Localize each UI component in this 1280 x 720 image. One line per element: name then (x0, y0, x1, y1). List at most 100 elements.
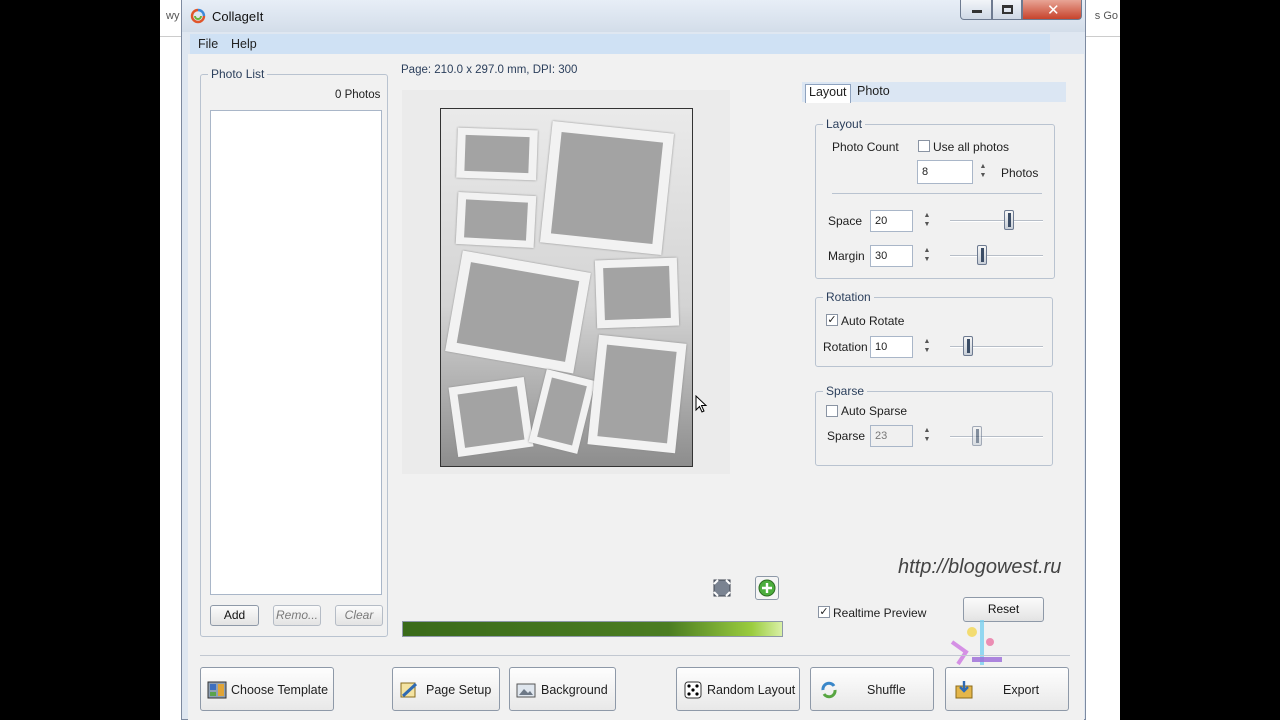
photo-count-spinner[interactable]: ▲ ▼ (976, 162, 990, 180)
fit-icon[interactable] (711, 577, 733, 599)
background-button[interactable]: Background (509, 667, 616, 711)
spin-down-icon[interactable]: ▼ (920, 220, 934, 229)
spin-up-icon[interactable]: ▲ (920, 426, 934, 435)
spin-up-icon[interactable]: ▲ (920, 211, 934, 220)
rotation-group (815, 297, 1053, 367)
spin-down-icon[interactable]: ▼ (920, 255, 934, 264)
photo-frame[interactable] (456, 127, 538, 181)
mouse-cursor-icon (695, 394, 709, 415)
sparse-label: Sparse (827, 429, 866, 443)
menu-help[interactable]: Help (231, 37, 257, 51)
margin-slider-track[interactable] (950, 255, 1043, 257)
template-icon (207, 680, 227, 700)
export-button[interactable]: Export (945, 667, 1069, 711)
photo-list-box[interactable] (210, 110, 382, 595)
space-label: Space (828, 214, 863, 228)
photo-frame[interactable] (594, 257, 680, 329)
random-layout-label: Random Layout (707, 683, 796, 697)
photo-frame[interactable] (587, 334, 687, 454)
maximize-button[interactable] (992, 0, 1022, 20)
sparse-group-label: Sparse (823, 384, 868, 398)
photo-frame[interactable] (455, 191, 537, 249)
maximize-icon (1002, 5, 1013, 14)
tab-layout[interactable]: Layout (805, 84, 851, 103)
tab-photo[interactable]: Photo (854, 84, 893, 102)
photo-frame[interactable] (448, 377, 534, 457)
zoom-in-button[interactable] (755, 576, 779, 600)
spin-up-icon[interactable]: ▲ (920, 337, 934, 346)
rotation-group-label: Rotation (823, 290, 874, 304)
random-layout-button[interactable]: Random Layout (676, 667, 800, 711)
background-icon (516, 680, 536, 700)
margin-spinner[interactable]: ▲ ▼ (920, 246, 934, 264)
margin-input[interactable]: 30 (870, 245, 913, 267)
close-button[interactable]: ✕ (1022, 0, 1082, 20)
page-setup-button[interactable]: Page Setup (392, 667, 500, 711)
background-text-right: s Go (1094, 10, 1118, 22)
use-all-photos-checkbox[interactable] (918, 140, 930, 152)
progress-bar (402, 621, 783, 637)
rotation-slider-thumb[interactable] (963, 336, 974, 356)
photo-count-text: 0 Photos (335, 89, 381, 101)
spin-up-icon[interactable]: ▲ (920, 246, 934, 255)
shuffle-label: Shuffle (867, 683, 906, 697)
photo-count-input[interactable]: 8 (917, 160, 973, 184)
add-button[interactable]: Add (210, 605, 259, 626)
export-label: Export (1003, 683, 1040, 697)
spin-up-icon[interactable]: ▲ (976, 162, 990, 171)
zoom-in-icon (758, 579, 776, 597)
clear-button[interactable]: Clear (335, 605, 383, 626)
space-spinner[interactable]: ▲ ▼ (920, 211, 934, 229)
spin-down-icon[interactable]: ▼ (920, 346, 934, 355)
shuffle-button[interactable]: Shuffle (810, 667, 934, 711)
photo-frame[interactable] (528, 369, 596, 454)
photos-unit-label: Photos (1001, 166, 1039, 180)
minimize-icon (972, 10, 982, 13)
photo-count-label: Photo Count (832, 140, 899, 154)
auto-rotate-checkbox[interactable]: ✓ (826, 314, 838, 326)
watermark-url: http://blogowest.ru (898, 556, 1062, 578)
use-all-photos-label: Use all photos (933, 140, 1010, 154)
spin-down-icon[interactable]: ▼ (920, 435, 934, 444)
menu-file[interactable]: File (198, 37, 218, 51)
auto-sparse-checkbox[interactable] (826, 405, 838, 417)
sparse-spinner[interactable]: ▲ ▼ (920, 426, 934, 444)
margin-slider-thumb[interactable] (977, 245, 988, 265)
bottom-separator (200, 655, 1070, 656)
settings-tabs: Layout Photo (802, 82, 1066, 103)
auto-sparse-label: Auto Sparse (841, 404, 908, 418)
realtime-preview-checkbox[interactable]: ✓ (818, 606, 830, 618)
rotation-input[interactable]: 10 (870, 336, 913, 358)
space-input[interactable]: 20 (870, 210, 913, 232)
sparse-slider-thumb[interactable] (972, 426, 983, 446)
rotation-label: Rotation (823, 340, 868, 354)
realtime-preview-label: Realtime Preview (833, 606, 927, 620)
rotation-spinner[interactable]: ▲ ▼ (920, 337, 934, 355)
background-label: Background (541, 683, 608, 697)
space-slider-track[interactable] (950, 220, 1043, 222)
window-title: CollageIt (212, 9, 264, 24)
minimize-button[interactable] (960, 0, 992, 20)
menu-bar: File Help (190, 34, 1050, 54)
photo-frame[interactable] (445, 250, 591, 374)
choose-template-label: Choose Template (231, 683, 329, 697)
space-slider-thumb[interactable] (1003, 210, 1014, 230)
background-text-left: wy (166, 10, 180, 22)
colorful-logo-icon (950, 612, 1010, 672)
collageit-app-icon (190, 8, 206, 24)
sparse-slider-track[interactable] (950, 436, 1043, 438)
photo-list-label: Photo List (208, 67, 268, 81)
photo-frame[interactable] (539, 120, 675, 256)
shuffle-icon (819, 680, 839, 700)
sparse-input[interactable]: 23 (870, 425, 913, 447)
export-icon (954, 680, 974, 700)
layout-group-label: Layout (823, 117, 866, 131)
collage-page-preview[interactable] (440, 108, 693, 467)
page-setup-icon (399, 680, 419, 700)
remove-button[interactable]: Remo... (273, 605, 321, 626)
spin-down-icon[interactable]: ▼ (976, 171, 990, 180)
close-icon: ✕ (1047, 2, 1060, 19)
window-controls: ✕ (960, 0, 1084, 22)
choose-template-button[interactable]: Choose Template (200, 667, 334, 711)
title-bar[interactable] (182, 0, 1085, 32)
